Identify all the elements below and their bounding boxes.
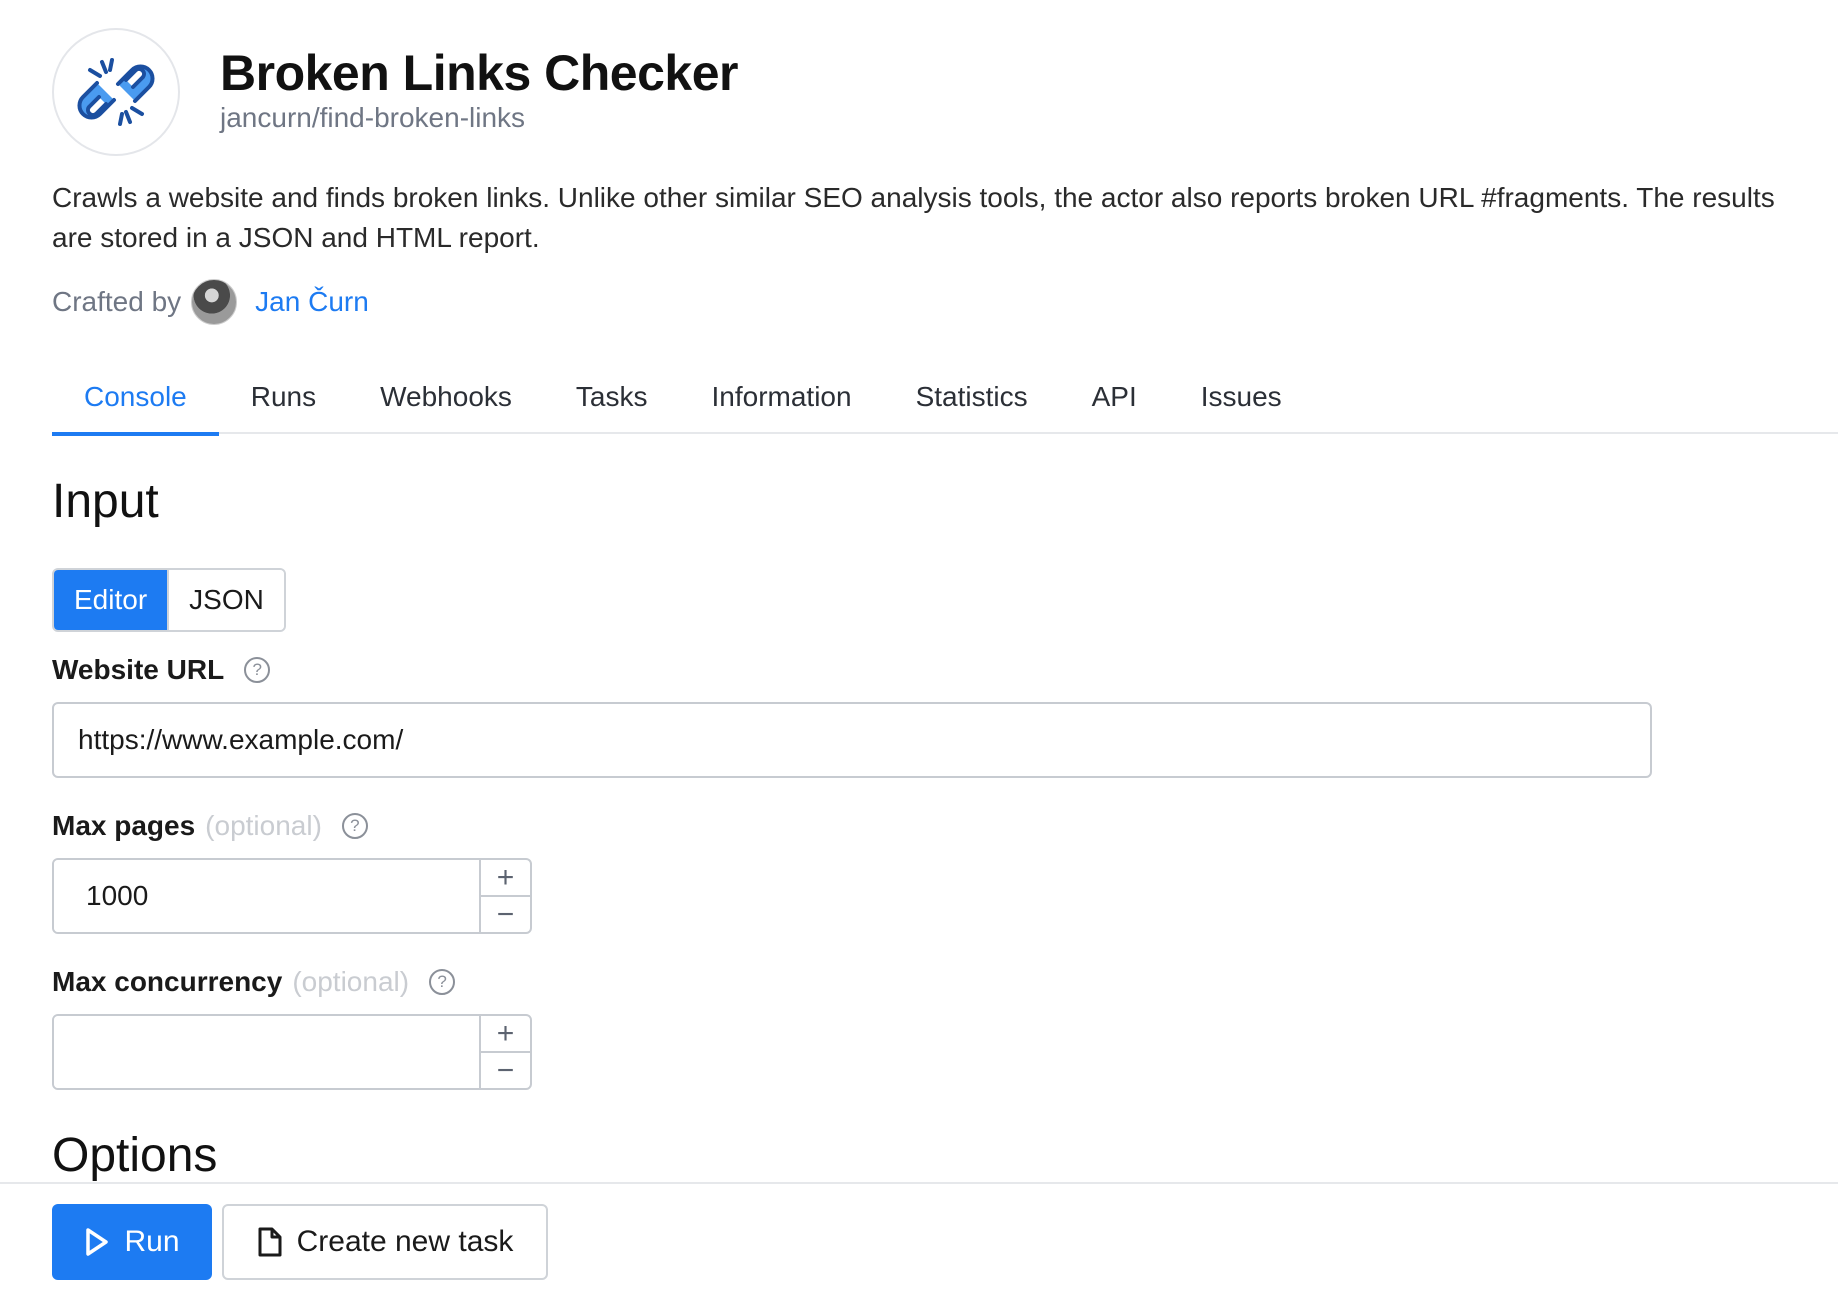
decrement-button[interactable]: − <box>481 895 530 932</box>
author-avatar <box>191 279 238 325</box>
max-concurrency-label: Max concurrency (optional) ? <box>52 966 456 998</box>
actor-description: Crawls a website and finds broken links.… <box>52 182 1775 253</box>
increment-button[interactable]: + <box>481 860 530 895</box>
create-new-task-button[interactable]: Create new task <box>222 1204 548 1280</box>
run-button[interactable]: Run <box>52 1204 212 1280</box>
create-new-task-label: Create new task <box>296 1225 514 1258</box>
max-pages-stepper: + − <box>479 860 530 932</box>
max-pages-input[interactable] <box>54 860 479 932</box>
tab-bar: Console Runs Webhooks Tasks Information … <box>52 360 1838 436</box>
actor-slug: jancurn/find-broken-links <box>220 102 526 133</box>
max-concurrency-stepper: + − <box>479 1016 530 1088</box>
website-url-label: Website URL ? <box>52 654 271 686</box>
website-url-label-text: Website URL <box>52 654 225 685</box>
editor-mode-button[interactable]: Editor <box>54 570 168 630</box>
tab-issues[interactable]: Issues <box>1169 360 1314 434</box>
max-pages-field: + − <box>52 858 532 934</box>
decrement-button[interactable]: − <box>481 1051 530 1088</box>
max-pages-label: Max pages (optional) ? <box>52 810 368 842</box>
document-icon <box>258 1227 282 1257</box>
input-mode-toggle: Editor JSON <box>52 568 286 632</box>
tab-console[interactable]: Console <box>52 360 219 436</box>
increment-button[interactable]: + <box>481 1016 530 1051</box>
options-section-title: Options <box>52 1129 218 1182</box>
max-pages-label-text: Max pages <box>52 810 196 841</box>
crafted-by: Crafted by Jan Čurn <box>52 278 369 326</box>
tab-tasks[interactable]: Tasks <box>544 360 680 434</box>
max-concurrency-input[interactable] <box>54 1016 479 1088</box>
tab-statistics[interactable]: Statistics <box>884 360 1060 434</box>
optional-hint: (optional) <box>205 810 322 841</box>
optional-hint: (optional) <box>292 966 410 997</box>
max-concurrency-field: + − <box>52 1014 532 1090</box>
broken-chain-link-icon <box>52 28 180 156</box>
tab-api[interactable]: API <box>1060 360 1169 434</box>
play-icon <box>86 1228 109 1256</box>
tab-information[interactable]: Information <box>679 360 883 434</box>
max-concurrency-label-text: Max concurrency <box>52 966 283 997</box>
tab-webhooks[interactable]: Webhooks <box>348 360 544 434</box>
author-link[interactable]: Jan Čurn <box>255 286 369 318</box>
input-section-title: Input <box>52 475 159 528</box>
help-icon[interactable]: ? <box>341 813 368 839</box>
help-icon[interactable]: ? <box>429 969 456 995</box>
json-mode-button[interactable]: JSON <box>167 570 284 630</box>
actor-console-page: Broken Links Checker jancurn/find-broken… <box>0 0 1838 1296</box>
tab-runs[interactable]: Runs <box>219 360 348 434</box>
actor-title: Broken Links Checker <box>220 45 738 101</box>
help-icon[interactable]: ? <box>244 657 271 683</box>
run-button-label: Run <box>124 1225 180 1258</box>
crafted-by-label: Crafted by <box>52 286 182 317</box>
website-url-input[interactable] <box>52 702 1652 778</box>
